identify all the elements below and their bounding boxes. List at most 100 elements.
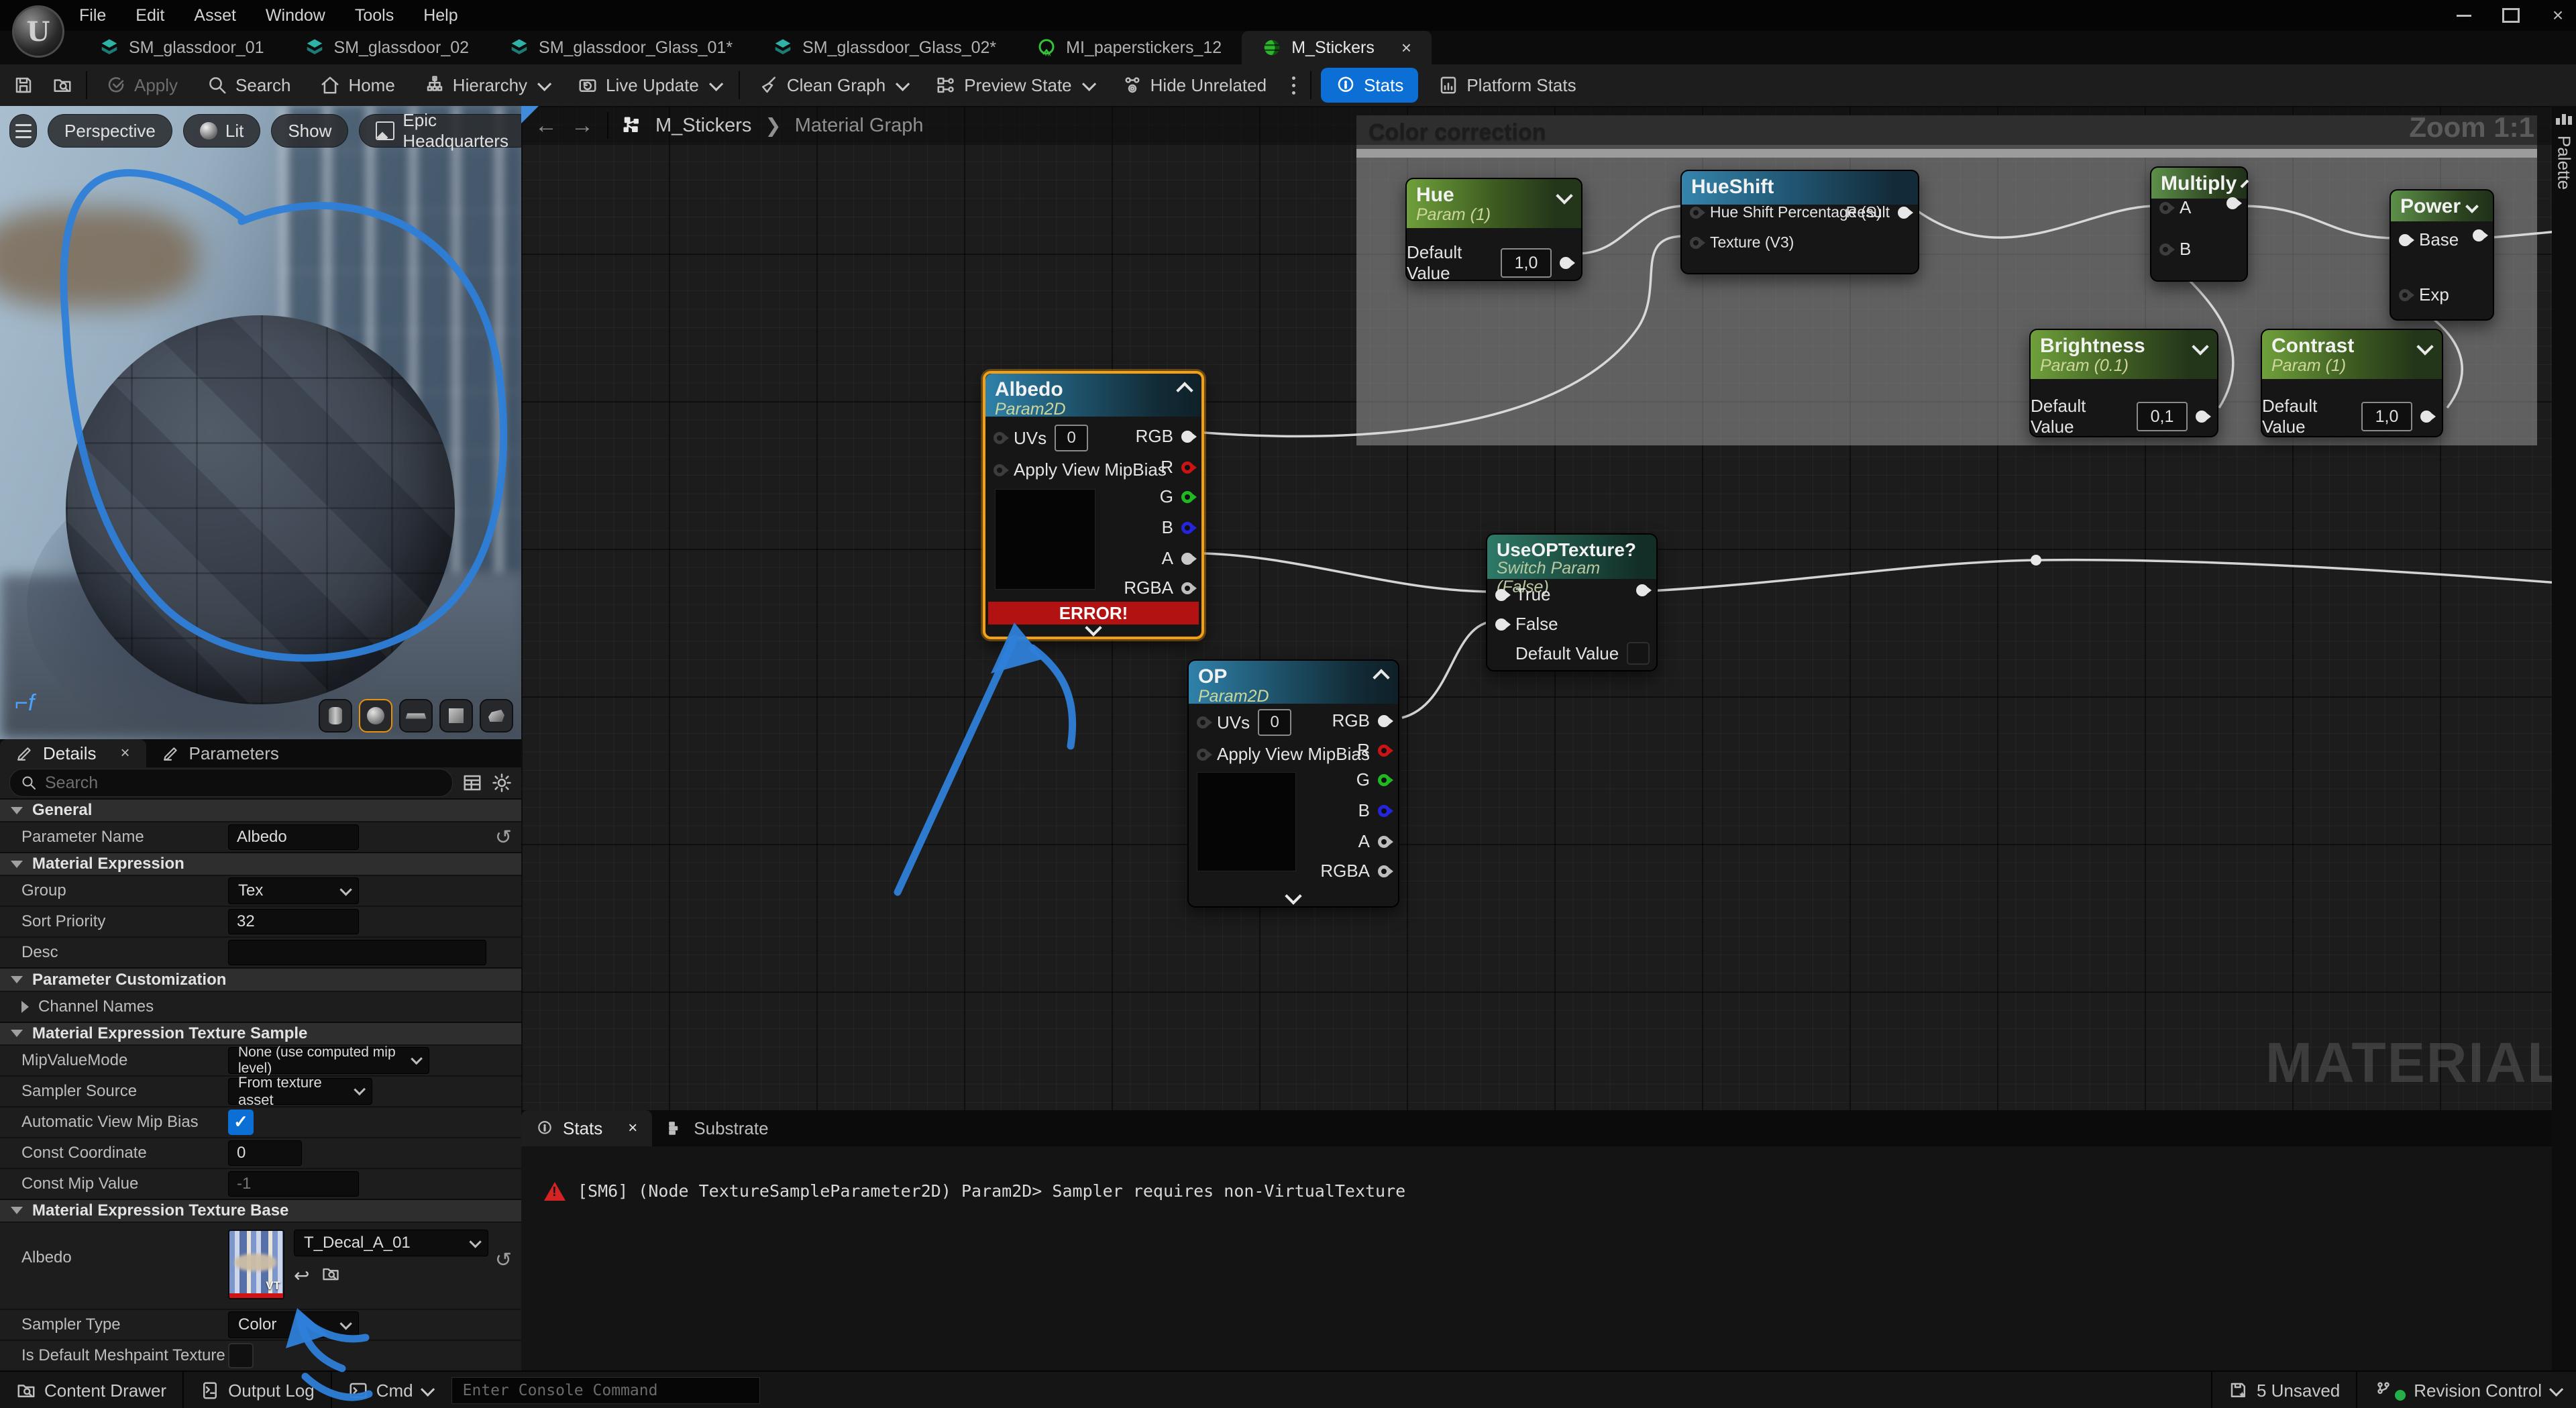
output-pin-a[interactable] [1378,836,1390,848]
live-update-button[interactable]: Live Update [563,64,735,106]
tab-sm-glassdoor-01[interactable]: SM_glassdoor_01 [79,31,284,64]
reset-to-default-icon[interactable]: ↺ [495,1248,512,1272]
output-pin[interactable] [1898,207,1910,219]
input-pin-false[interactable] [1495,618,1507,631]
default-value-field[interactable]: 1,0 [2361,402,2412,431]
default-value-checkbox[interactable] [1627,642,1650,665]
node-brightness[interactable]: Brightness Param (0.1) Default Value 0,1 [2029,329,2218,437]
input-pin[interactable] [2399,234,2411,246]
input-pin-true[interactable] [1495,589,1507,601]
stats-toggle-button[interactable]: Stats [1321,68,1418,103]
search-button[interactable]: Search [193,64,305,106]
plane-shape-button[interactable] [399,699,433,733]
parameter-name-input[interactable] [228,824,359,850]
output-pin[interactable] [2226,197,2239,209]
output-pin-rgba[interactable] [1378,865,1390,877]
output-pin[interactable] [2473,229,2485,241]
const-mip-value-input[interactable] [228,1171,359,1197]
sphere-shape-button[interactable] [359,699,392,733]
lit-mode-button[interactable]: Lit [183,114,260,148]
texture-thumbnail[interactable]: VT [228,1230,284,1299]
input-pin[interactable] [1197,749,1209,761]
tab-close-icon[interactable]: × [1401,38,1411,58]
section-texture-base[interactable]: Material Expression Texture Base [0,1199,521,1222]
section-material-expression[interactable]: Material Expression [0,852,521,875]
node-power[interactable]: Power Base Exp [2390,189,2494,321]
output-pin-g[interactable] [1378,774,1390,786]
expand-chevron-icon[interactable] [1285,887,1301,904]
display-filter-grid-icon[interactable] [462,773,482,793]
details-tab-close-icon[interactable]: × [120,744,129,763]
cylinder-shape-button[interactable] [319,699,352,733]
menu-file[interactable]: File [79,6,106,25]
input-pin[interactable] [1690,207,1702,219]
input-pin[interactable] [994,432,1006,444]
const-coordinate-input[interactable] [228,1140,302,1166]
collapse-chevron-icon[interactable] [2465,200,2479,213]
close-icon[interactable]: × [2549,7,2567,24]
menu-tools[interactable]: Tools [355,6,394,25]
hide-unrelated-button[interactable]: Hide Unrelated [1108,64,1281,106]
expand-arrow-icon[interactable] [21,1001,29,1013]
input-pin[interactable] [1197,716,1209,728]
viewport-menu-button[interactable] [9,114,37,148]
mip-value-mode-select[interactable]: None (use computed mip level) [228,1047,429,1074]
details-search-input[interactable] [44,773,441,794]
output-pin-r[interactable] [1181,462,1193,474]
section-general[interactable]: General [0,798,521,821]
apply-button[interactable]: Apply [91,64,193,106]
perspective-button[interactable]: Perspective [48,114,172,148]
console-command-box[interactable] [451,1377,760,1404]
forward-arrow-icon[interactable]: → [571,113,594,139]
uvs-value-field[interactable]: 0 [1055,425,1088,451]
gear-icon[interactable] [492,773,512,793]
collapse-chevron-icon[interactable] [2241,179,2249,188]
output-pin-rgba[interactable] [1181,582,1193,594]
sort-priority-input[interactable] [228,909,359,934]
hierarchy-button[interactable]: Hierarchy [410,64,563,106]
output-pin-b[interactable] [1378,805,1390,817]
row-channel-names[interactable]: Channel Names [0,991,521,1022]
material-preview-viewport[interactable]: Perspective Lit Show Epic Headquarters ⌐… [0,106,521,739]
default-value-field[interactable]: 0,1 [2137,402,2188,431]
content-drawer-button[interactable]: Content Drawer [0,1372,182,1408]
output-pin-r[interactable] [1378,745,1390,757]
cmd-button[interactable]: Cmd [332,1372,447,1408]
tab-stats[interactable]: Stats × [521,1110,652,1146]
node-hueshift[interactable]: HueShift Hue Shift Percentage (S) Result… [1680,170,1919,274]
output-pin[interactable] [2196,411,2208,423]
tab-sm-glassdoor-02[interactable]: SM_glassdoor_02 [284,31,490,64]
section-parameter-customization[interactable]: Parameter Customization [0,967,521,990]
tab-sm-glassdoor-glass-01[interactable]: SM_glassdoor_Glass_01* [489,31,753,64]
unreal-logo-icon[interactable]: U [12,5,64,58]
node-multiply[interactable]: Multiply A B [2150,166,2248,282]
output-pin[interactable] [1560,257,1572,269]
unsaved-button[interactable]: 5 Unsaved [2212,1372,2356,1408]
automatic-view-mip-bias-checkbox[interactable]: ✓ [228,1109,254,1135]
output-pin-g[interactable] [1181,491,1193,503]
menu-asset[interactable]: Asset [194,6,236,25]
menu-help[interactable]: Help [423,6,458,25]
details-search-box[interactable] [9,769,453,797]
expand-chevron-icon[interactable] [1085,619,1102,636]
output-pin-b[interactable] [1181,522,1193,534]
output-log-button[interactable]: Output Log [184,1372,331,1408]
platform-stats-button[interactable]: Platform Stats [1424,64,1591,106]
texture-asset-select[interactable]: T_Decal_A_01 [294,1230,488,1256]
show-menu-button[interactable]: Show [271,114,348,148]
revision-control-button[interactable]: Revision Control [2357,1372,2576,1408]
use-selected-asset-icon[interactable]: ↩ [294,1264,309,1287]
uvs-value-field[interactable]: 0 [1258,709,1291,736]
output-pin[interactable] [1636,584,1648,596]
tab-m-stickers[interactable]: M_Stickers × [1242,31,1432,64]
preview-state-button[interactable]: Preview State [921,64,1107,106]
output-pin[interactable] [2420,411,2432,423]
sampler-type-select[interactable]: Color [228,1311,359,1338]
default-value-field[interactable]: 1,0 [1501,248,1552,278]
sampler-source-select[interactable]: From texture asset [228,1078,372,1105]
toolbar-overflow-menu-icon[interactable] [1281,76,1306,95]
minimize-icon[interactable] [2455,7,2473,24]
material-graph-panel[interactable]: MATERIAL Color correction Hue Param (1) [521,106,2576,1370]
input-pin[interactable] [1690,237,1702,249]
save-button[interactable] [0,64,43,106]
